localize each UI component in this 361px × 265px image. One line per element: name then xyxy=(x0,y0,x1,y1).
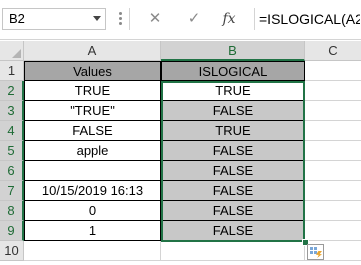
cell-c8[interactable] xyxy=(305,201,361,221)
cell-a7[interactable]: 10/15/2019 16:13 xyxy=(24,181,161,201)
cell-c5[interactable] xyxy=(305,141,361,161)
cancel-button[interactable]: ✕ xyxy=(143,8,167,30)
cell-c6[interactable] xyxy=(305,161,361,181)
cell-b9[interactable]: FALSE xyxy=(161,221,305,241)
row-header-8[interactable]: 8 xyxy=(0,201,24,221)
cell-a9[interactable]: 1 xyxy=(24,221,161,241)
table-header-islogical[interactable]: ISLOGICAL xyxy=(161,61,305,81)
insert-function-button[interactable]: fx xyxy=(218,8,240,30)
row-header-3[interactable]: 3 xyxy=(0,101,24,121)
cell-b5[interactable]: FALSE xyxy=(161,141,305,161)
drag-handle-icon[interactable] xyxy=(119,12,122,26)
cell-b8[interactable]: FALSE xyxy=(161,201,305,221)
column-header-b[interactable]: B xyxy=(161,41,305,61)
cell-b2[interactable]: TRUE xyxy=(161,81,305,101)
formula-bar: B2 ✕ ✓ fx =ISLOGICAL(A2) xyxy=(0,0,361,40)
row-header-7[interactable]: 7 xyxy=(0,181,24,201)
cell-a6[interactable] xyxy=(24,161,161,181)
column-header-c[interactable]: C xyxy=(305,41,361,61)
cell-c3[interactable] xyxy=(305,101,361,121)
cell-b10[interactable] xyxy=(161,241,305,261)
cell-b7[interactable]: FALSE xyxy=(161,181,305,201)
cell-c4[interactable] xyxy=(305,121,361,141)
divider xyxy=(129,8,130,30)
table-header-values[interactable]: Values xyxy=(24,61,161,81)
row-header-9[interactable]: 9 xyxy=(0,221,24,241)
row-header-2[interactable]: 2 xyxy=(0,81,24,101)
row-header-4[interactable]: 4 xyxy=(0,121,24,141)
cell-b3[interactable]: FALSE xyxy=(161,101,305,121)
name-box-value: B2 xyxy=(9,11,25,26)
name-box[interactable]: B2 xyxy=(2,8,106,30)
row-header-1[interactable]: 1 xyxy=(0,61,24,81)
row-header-6[interactable]: 6 xyxy=(0,161,24,181)
row-header-10[interactable]: 10 xyxy=(0,241,24,261)
formula-input[interactable]: =ISLOGICAL(A2) xyxy=(254,8,360,30)
cell-a10[interactable] xyxy=(24,241,161,261)
divider xyxy=(0,39,361,40)
cell-c1[interactable] xyxy=(305,61,361,81)
cell-a2[interactable]: TRUE xyxy=(24,81,161,101)
cell-a5[interactable]: apple xyxy=(24,141,161,161)
cell-a3[interactable]: "TRUE" xyxy=(24,101,161,121)
cell-a4[interactable]: FALSE xyxy=(24,121,161,141)
cell-c9[interactable] xyxy=(305,221,361,241)
cell-c7[interactable] xyxy=(305,181,361,201)
select-all-triangle-icon xyxy=(12,49,21,58)
cell-b4[interactable]: TRUE xyxy=(161,121,305,141)
row-header-5[interactable]: 5 xyxy=(0,141,24,161)
cell-c2[interactable] xyxy=(305,81,361,101)
enter-button[interactable]: ✓ xyxy=(182,8,206,30)
chevron-down-icon[interactable] xyxy=(93,16,101,21)
quick-analysis-button[interactable] xyxy=(307,244,324,260)
worksheet-grid: A B C 1 2 3 4 5 6 7 8 9 10 Values ISLOGI… xyxy=(0,41,361,265)
cell-b6[interactable]: FALSE xyxy=(161,161,305,181)
quick-analysis-icon xyxy=(310,247,318,254)
column-header-a[interactable]: A xyxy=(24,41,161,61)
cell-a8[interactable]: 0 xyxy=(24,201,161,221)
select-all-button[interactable] xyxy=(0,41,24,61)
